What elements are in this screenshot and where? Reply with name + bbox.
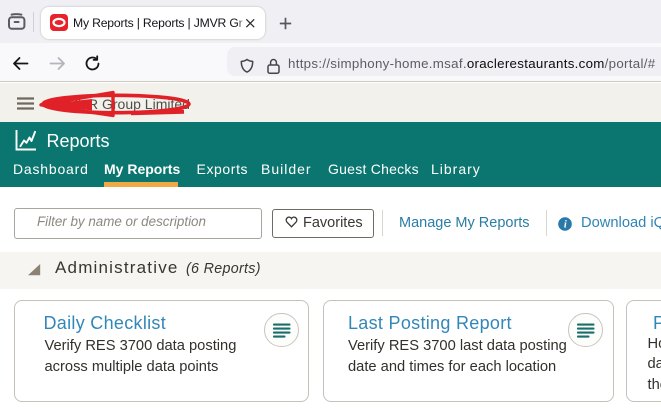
svg-text:i: i [564,220,567,231]
